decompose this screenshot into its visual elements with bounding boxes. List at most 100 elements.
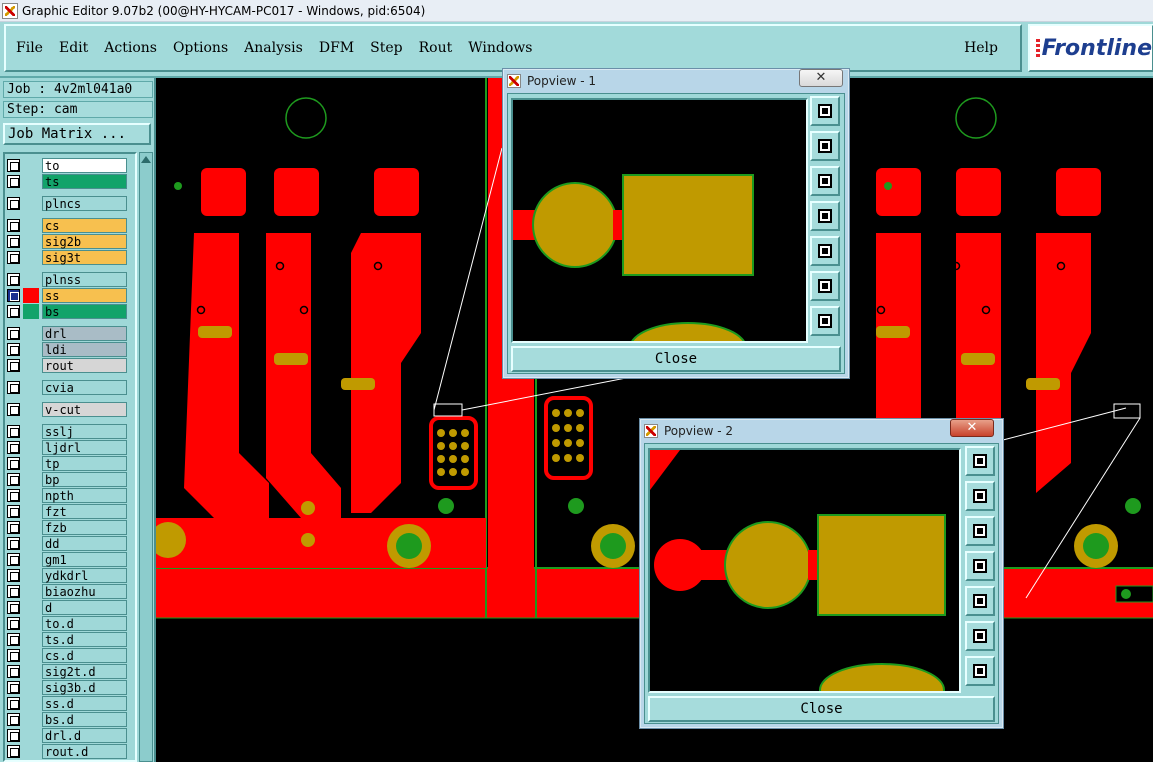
zoom-fit-icon[interactable] [810, 96, 840, 126]
layer-row[interactable]: bs [7, 304, 127, 319]
menu-file[interactable]: File [6, 40, 51, 56]
layer-list-scrollbar[interactable] [139, 152, 153, 762]
scroll-up-arrow-icon[interactable] [141, 154, 151, 164]
menu-rout[interactable]: Rout [411, 40, 461, 56]
layer-row[interactable]: fzb [7, 520, 127, 535]
pan-left-icon[interactable] [965, 551, 995, 581]
layer-checkbox[interactable] [7, 159, 20, 172]
layer-name[interactable]: rout [42, 358, 127, 373]
layer-name[interactable]: ss [42, 288, 127, 303]
layer-checkbox[interactable] [7, 681, 20, 694]
layer-checkbox[interactable] [7, 713, 20, 726]
layer-checkbox[interactable] [7, 359, 20, 372]
layer-checkbox[interactable] [7, 197, 20, 210]
layer-row[interactable]: plnss [7, 272, 127, 287]
layer-row[interactable]: npth [7, 488, 127, 503]
layer-row[interactable]: ss [7, 288, 127, 303]
layer-name[interactable]: ldi [42, 342, 127, 357]
layer-row[interactable]: ts [7, 174, 127, 189]
layer-checkbox[interactable] [7, 537, 20, 550]
layer-name[interactable]: bp [42, 472, 127, 487]
popview-2-titlebar[interactable]: Popview - 2 [644, 421, 999, 441]
layer-row[interactable]: cvia [7, 380, 127, 395]
menu-actions[interactable]: Actions [96, 40, 165, 56]
popview-1-close-x-button[interactable]: ✕ [799, 69, 843, 87]
popview-1-titlebar[interactable]: Popview - 1 [507, 71, 845, 91]
zoom-out-icon[interactable] [965, 656, 995, 686]
layer-checkbox[interactable] [7, 425, 20, 438]
layer-checkbox[interactable] [7, 553, 20, 566]
layer-name[interactable]: sig2b [42, 234, 127, 249]
layer-checkbox[interactable] [7, 441, 20, 454]
layer-name[interactable]: ts.d [42, 632, 127, 647]
layer-name[interactable]: sig3t [42, 250, 127, 265]
layer-checkbox[interactable] [7, 697, 20, 710]
layer-row[interactable]: fzt [7, 504, 127, 519]
popview-1-window[interactable]: Popview - 1 ✕ Close [502, 68, 850, 379]
pan-right-icon[interactable] [810, 236, 840, 266]
layer-row[interactable]: drl.d [7, 728, 127, 743]
layer-name[interactable]: drl.d [42, 728, 127, 743]
layer-name[interactable]: fzb [42, 520, 127, 535]
layer-name[interactable]: biaozhu [42, 584, 127, 599]
layer-name[interactable]: cs [42, 218, 127, 233]
layer-row[interactable]: gm1 [7, 552, 127, 567]
layer-row[interactable]: rout [7, 358, 127, 373]
menu-help[interactable]: Help [956, 40, 1006, 56]
layer-checkbox[interactable] [7, 381, 20, 394]
layer-name[interactable]: cs.d [42, 648, 127, 663]
layer-name[interactable]: npth [42, 488, 127, 503]
layer-row[interactable]: biaozhu [7, 584, 127, 599]
layer-checkbox[interactable] [7, 273, 20, 286]
zoom-fit-icon[interactable] [965, 446, 995, 476]
layer-name[interactable]: gm1 [42, 552, 127, 567]
layer-name[interactable]: bs [42, 304, 127, 319]
layer-row[interactable]: bs.d [7, 712, 127, 727]
layer-name[interactable]: ts [42, 174, 127, 189]
layer-name[interactable]: plnss [42, 272, 127, 287]
layer-row[interactable]: sig2t.d [7, 664, 127, 679]
layer-name[interactable]: sig3b.d [42, 680, 127, 695]
layer-name[interactable]: rout.d [42, 744, 127, 759]
layer-name[interactable]: ss.d [42, 696, 127, 711]
layer-row[interactable]: sig2b [7, 234, 127, 249]
layer-row[interactable]: to [7, 158, 127, 173]
layer-checkbox[interactable] [7, 585, 20, 598]
layer-checkbox[interactable] [7, 219, 20, 232]
layer-row[interactable]: v-cut [7, 402, 127, 417]
layer-checkbox[interactable] [7, 729, 20, 742]
pan-down-icon[interactable] [810, 166, 840, 196]
layer-row[interactable]: plncs [7, 196, 127, 211]
job-matrix-button[interactable]: Job Matrix ... [3, 123, 151, 145]
zoom-in-icon[interactable] [965, 621, 995, 651]
layer-name[interactable]: cvia [42, 380, 127, 395]
menu-dfm[interactable]: DFM [311, 40, 362, 56]
layer-checkbox[interactable] [7, 235, 20, 248]
pan-down-icon[interactable] [965, 516, 995, 546]
layer-row[interactable]: cs.d [7, 648, 127, 663]
popview-1-close-button[interactable]: Close [511, 346, 841, 372]
layer-checkbox[interactable] [7, 521, 20, 534]
menu-step[interactable]: Step [362, 40, 410, 56]
pan-right-icon[interactable] [965, 586, 995, 616]
layer-row[interactable]: ljdrl [7, 440, 127, 455]
layer-row[interactable]: cs [7, 218, 127, 233]
layer-row[interactable]: ldi [7, 342, 127, 357]
layer-row[interactable]: rout.d [7, 744, 127, 759]
layer-name[interactable]: fzt [42, 504, 127, 519]
layer-name[interactable]: to [42, 158, 127, 173]
layer-row[interactable]: sig3b.d [7, 680, 127, 695]
pan-left-icon[interactable] [810, 201, 840, 231]
popview-2-window[interactable]: Popview - 2 ✕ Close [639, 418, 1004, 729]
popview-2-close-button[interactable]: Close [648, 696, 995, 722]
layer-name[interactable]: d [42, 600, 127, 615]
layer-name[interactable]: tp [42, 456, 127, 471]
layer-row[interactable]: tp [7, 456, 127, 471]
layer-name[interactable]: drl [42, 326, 127, 341]
layer-name[interactable]: v-cut [42, 402, 127, 417]
layer-row[interactable]: drl [7, 326, 127, 341]
layer-checkbox[interactable] [7, 403, 20, 416]
layer-name[interactable]: plncs [42, 196, 127, 211]
layer-checkbox[interactable] [7, 343, 20, 356]
zoom-in-icon[interactable] [810, 271, 840, 301]
